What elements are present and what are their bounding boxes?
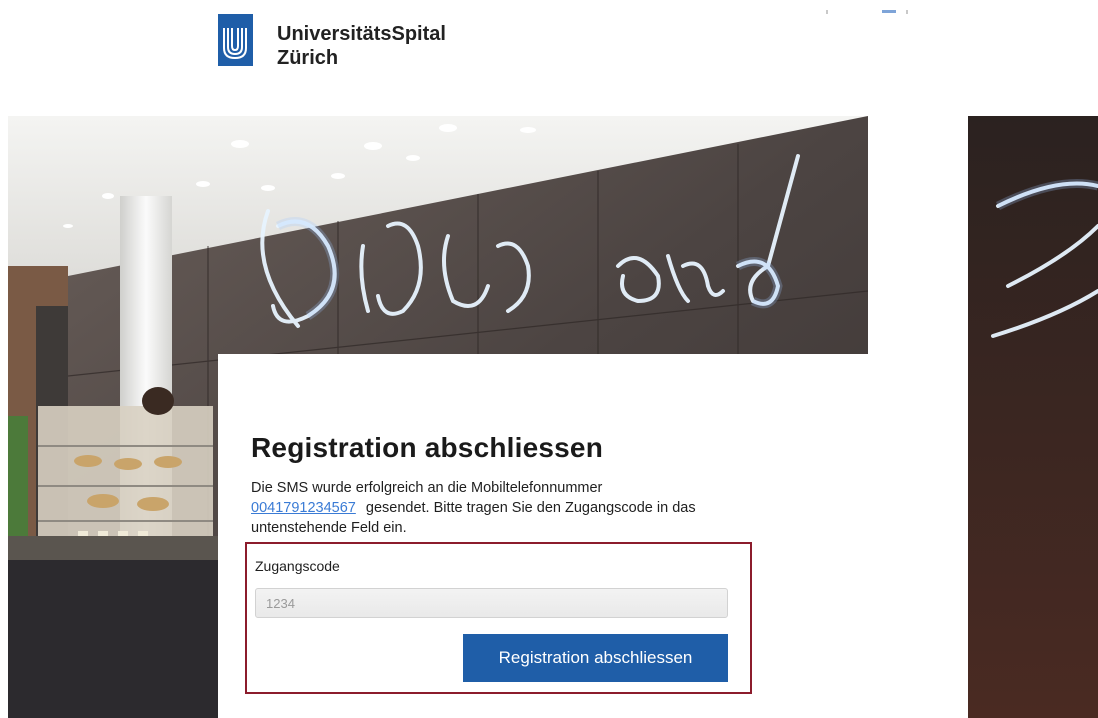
- brand-name: UniversitätsSpital Zürich: [277, 22, 446, 70]
- access-code-input[interactable]: [255, 588, 728, 618]
- access-code-label: Zugangscode: [255, 558, 340, 574]
- complete-registration-button[interactable]: Registration abschliessen: [463, 634, 728, 682]
- usz-logo-icon: [218, 14, 253, 66]
- brand-line-1: UniversitätsSpital: [277, 23, 446, 45]
- phone-number-link[interactable]: 0041791234567: [251, 500, 356, 516]
- sms-info-text-start: Die SMS wurde erfolgreich an die Mobilte…: [251, 480, 603, 496]
- access-code-form: Zugangscode Registration abschliessen: [245, 542, 752, 694]
- brand-line-2: Zürich: [277, 47, 339, 69]
- top-decoration: [826, 10, 908, 14]
- sms-info-text: Die SMS wurde erfolgreich an die Mobilte…: [251, 478, 721, 538]
- page-title: Registration abschliessen: [251, 432, 604, 463]
- registration-panel: Registration abschliessen Die SMS wurde …: [218, 354, 868, 718]
